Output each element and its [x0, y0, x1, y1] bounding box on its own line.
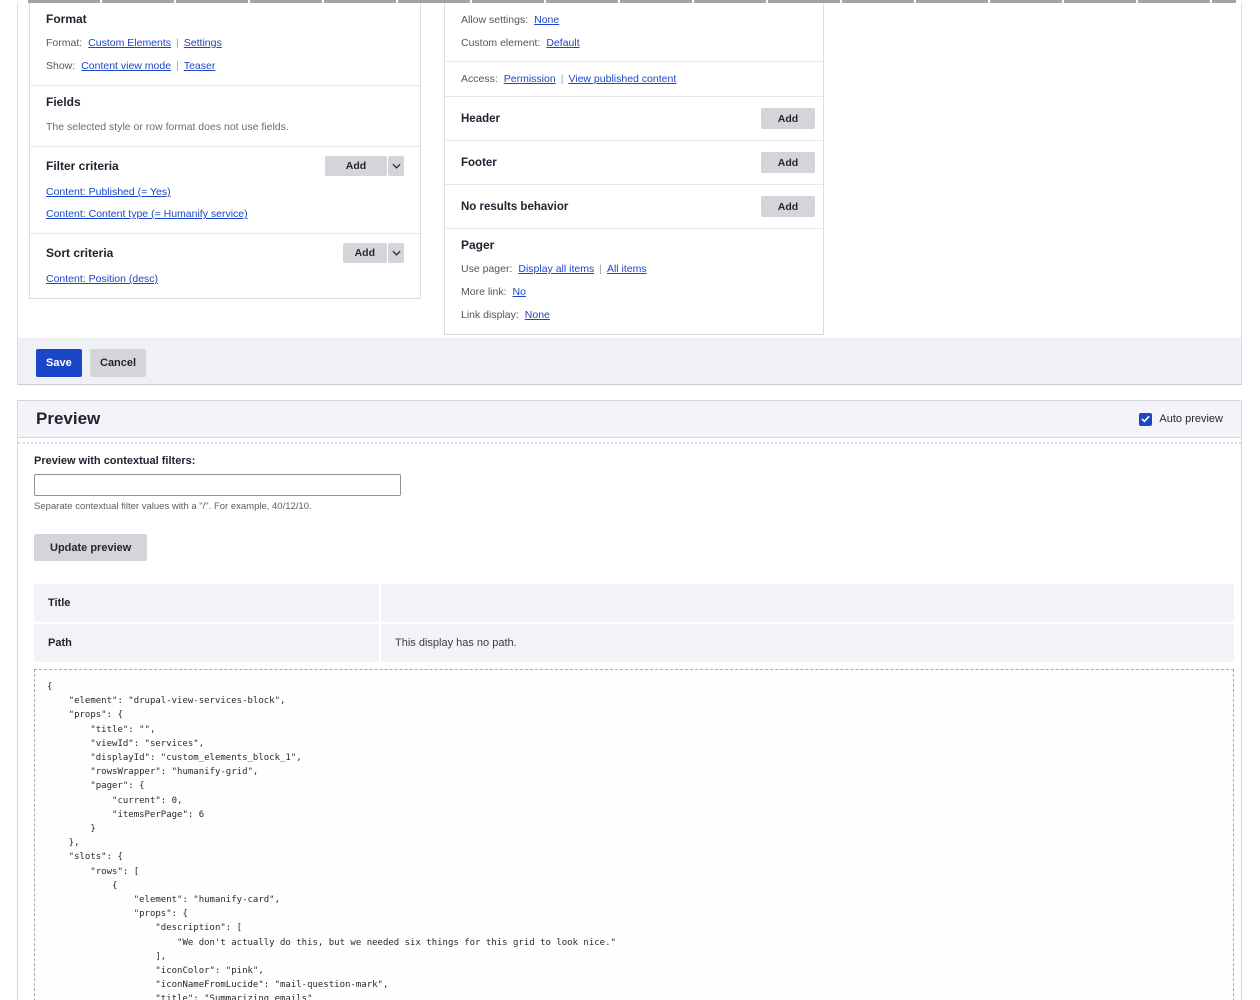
show-row: Show: Content view mode | Teaser [46, 60, 404, 72]
fields-section-title: Fields [46, 95, 404, 109]
no-results-add-button[interactable]: Add [761, 196, 815, 217]
footer-section-title: Footer [461, 157, 497, 169]
filter-add-dropdown-button[interactable] [388, 156, 404, 176]
chevron-down-icon [392, 250, 401, 256]
auto-preview-label: Auto preview [1159, 413, 1223, 425]
header-add-button[interactable]: Add [761, 108, 815, 129]
use-pager-label: Use pager: [461, 263, 512, 275]
table-row-path-label: Path [34, 624, 379, 662]
auto-preview-checkbox[interactable] [1139, 413, 1152, 426]
preview-body: Preview with contextual filters: Separat… [18, 444, 1241, 1000]
fields-section: Fields The selected style or row format … [30, 85, 420, 146]
preview-title: Preview [36, 409, 100, 429]
more-link-link[interactable]: No [513, 286, 526, 298]
access-label: Access: [461, 73, 498, 85]
link-display-link[interactable]: None [525, 309, 550, 321]
table-row-title-value [381, 584, 1234, 622]
contextual-filters-input[interactable] [34, 474, 401, 496]
preview-panel: Preview Auto preview Preview with contex… [17, 400, 1242, 1000]
preview-header: Preview Auto preview [18, 401, 1241, 438]
sort-position-link[interactable]: Content: Position (desc) [46, 273, 158, 285]
auto-preview-toggle[interactable]: Auto preview [1139, 413, 1223, 426]
block-settings-section: Allow settings: None Custom element: Defau… [445, 3, 823, 61]
sort-item: Content: Position (desc) [46, 273, 404, 285]
filter-criteria-title: Filter criteria [46, 159, 119, 173]
footer-section: Footer Add [445, 140, 823, 184]
custom-element-label: Custom element: [461, 37, 540, 49]
access-row: Access: Permission | View published content [461, 73, 807, 85]
format-label: Format: [46, 37, 82, 49]
format-section: Format Format: Custom Elements | Settings S… [30, 3, 420, 85]
pager-section-title: Pager [461, 238, 807, 252]
format-style-link[interactable]: Custom Elements [88, 37, 171, 49]
link-display-row: Link display: None [461, 309, 807, 321]
views-column-settings: Allow settings: None Custom element: Defau… [444, 3, 824, 335]
filter-content-type-link[interactable]: Content: Content type (= Humanify servic… [46, 208, 248, 220]
sort-add-button[interactable]: Add [343, 243, 387, 263]
header-section-title: Header [461, 113, 500, 125]
filter-item: Content: Content type (= Humanify servic… [46, 208, 404, 220]
more-link-label: More link: [461, 286, 507, 298]
filter-published-link[interactable]: Content: Published (= Yes) [46, 186, 171, 198]
format-row: Format: Custom Elements | Settings [46, 37, 404, 49]
sort-criteria-section: Sort criteria Add Content: Position (des… [30, 233, 420, 298]
custom-element-link[interactable]: Default [546, 37, 579, 49]
checkmark-icon [1141, 415, 1150, 423]
allow-settings-label: Allow settings: [461, 14, 528, 26]
sort-add-split-button: Add [343, 243, 404, 263]
update-preview-button[interactable]: Update preview [34, 534, 147, 561]
views-edit-panel: Format Format: Custom Elements | Settings S… [17, 3, 1242, 385]
access-view-published-link[interactable]: View published content [568, 73, 676, 85]
footer-add-button[interactable]: Add [761, 152, 815, 173]
header-section: Header Add [445, 96, 823, 140]
table-row-path-value: This display has no path. [381, 624, 1234, 662]
table-row-title-label: Title [34, 584, 379, 622]
pager-all-items-link[interactable]: All items [607, 263, 647, 275]
no-results-title: No results behavior [461, 201, 568, 213]
allow-settings-row: Allow settings: None [461, 14, 807, 26]
use-pager-row: Use pager: Display all items | All items [461, 263, 807, 275]
views-column-format: Format Format: Custom Elements | Settings S… [29, 3, 421, 299]
filter-item: Content: Published (= Yes) [46, 186, 404, 198]
sort-criteria-title: Sort criteria [46, 246, 113, 260]
pipe-separator: | [176, 37, 179, 49]
pipe-separator: | [176, 60, 179, 72]
no-results-section: No results behavior Add [445, 184, 823, 228]
filter-criteria-section: Filter criteria Add Content: Published (… [30, 146, 420, 233]
format-settings-link[interactable]: Settings [184, 37, 222, 49]
form-actions-bar: Save Cancel [18, 338, 1241, 384]
show-mode-link[interactable]: Content view mode [81, 60, 171, 72]
pipe-separator: | [561, 73, 564, 85]
save-button[interactable]: Save [36, 349, 82, 377]
filter-add-button[interactable]: Add [325, 156, 387, 176]
cancel-button[interactable]: Cancel [90, 349, 146, 377]
access-permission-link[interactable]: Permission [504, 73, 556, 85]
fields-empty-text: The selected style or row format does no… [46, 121, 404, 133]
sort-add-dropdown-button[interactable] [388, 243, 404, 263]
contextual-filters-label: Preview with contextual filters: [34, 455, 195, 467]
show-label: Show: [46, 60, 75, 72]
format-section-title: Format [46, 12, 404, 26]
pager-section: Pager Use pager: Display all items | All it… [445, 228, 823, 334]
chevron-down-icon [392, 163, 401, 169]
preview-json-output: { "element": "drupal-view-services-block… [34, 669, 1234, 1000]
filter-add-split-button: Add [325, 156, 404, 176]
custom-element-row: Custom element: Default [461, 37, 807, 49]
pipe-separator: | [599, 263, 602, 275]
preview-info-table: Title Path This display has no path. [34, 584, 1234, 662]
use-pager-link[interactable]: Display all items [518, 263, 594, 275]
show-teaser-link[interactable]: Teaser [184, 60, 216, 72]
allow-settings-link[interactable]: None [534, 14, 559, 26]
contextual-filters-help: Separate contextual filter values with a… [34, 501, 1225, 512]
access-section: Access: Permission | View published content [445, 61, 823, 96]
more-link-row: More link: No [461, 286, 807, 298]
link-display-label: Link display: [461, 309, 519, 321]
